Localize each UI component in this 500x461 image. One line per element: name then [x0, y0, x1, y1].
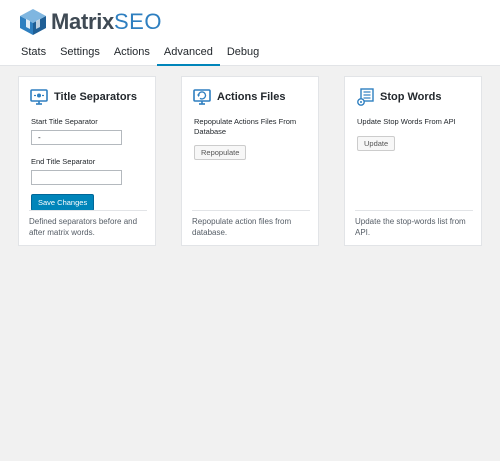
actions-files-card: Actions Files Repopulate Actions Files F…: [181, 76, 319, 246]
brand-name: Matrix: [51, 9, 114, 34]
card-title: Actions Files: [217, 91, 286, 103]
card-header: Title Separators: [29, 87, 137, 107]
tab-actions[interactable]: Actions: [107, 42, 157, 66]
card-body: Repopulate Actions Files From Database R…: [194, 117, 308, 160]
brand-suffix: SEO: [114, 9, 162, 34]
list-gear-icon: [357, 88, 374, 106]
card-header: Actions Files: [192, 87, 285, 107]
cube-logo-icon: [20, 9, 46, 35]
start-separator-input[interactable]: [31, 130, 122, 145]
save-changes-button[interactable]: Save Changes: [31, 194, 95, 211]
card-body: Start Title Separator End Title Separato…: [31, 117, 145, 211]
monitor-icon: [30, 89, 48, 105]
end-separator-input[interactable]: [31, 170, 122, 185]
top-bar: Matrix SEO Stats Settings Actions Advanc…: [0, 0, 500, 66]
card-footer: Repopulate action files from database.: [192, 210, 310, 238]
card-title: Title Separators: [54, 91, 137, 103]
card-footer: Update the stop-words list from API.: [355, 210, 473, 238]
update-button[interactable]: Update: [357, 136, 396, 151]
tab-debug[interactable]: Debug: [220, 42, 266, 66]
repopulate-button[interactable]: Repopulate: [194, 145, 247, 160]
tab-bar: Stats Settings Actions Advanced Debug: [14, 42, 266, 66]
card-description: Repopulate Actions Files From Database: [194, 117, 297, 136]
card-header: Stop Words: [355, 87, 442, 107]
start-separator-label: Start Title Separator: [31, 117, 98, 126]
card-title: Stop Words: [380, 91, 442, 103]
tab-advanced[interactable]: Advanced: [156, 42, 220, 66]
end-separator-label: End Title Separator: [31, 157, 96, 166]
tab-stats[interactable]: Stats: [14, 42, 53, 66]
tab-settings[interactable]: Settings: [53, 42, 107, 66]
stop-words-card: Stop Words Update Stop Words From API Up…: [344, 76, 482, 246]
brand-logo[interactable]: Matrix SEO: [18, 8, 162, 36]
card-footer: Defined separators before and after matr…: [29, 210, 147, 238]
card-body: Update Stop Words From API Update: [357, 117, 471, 151]
refresh-monitor-icon: [193, 89, 211, 105]
card-description: Update Stop Words From API: [357, 117, 456, 126]
title-separators-card: Title Separators Start Title Separator E…: [18, 76, 156, 246]
